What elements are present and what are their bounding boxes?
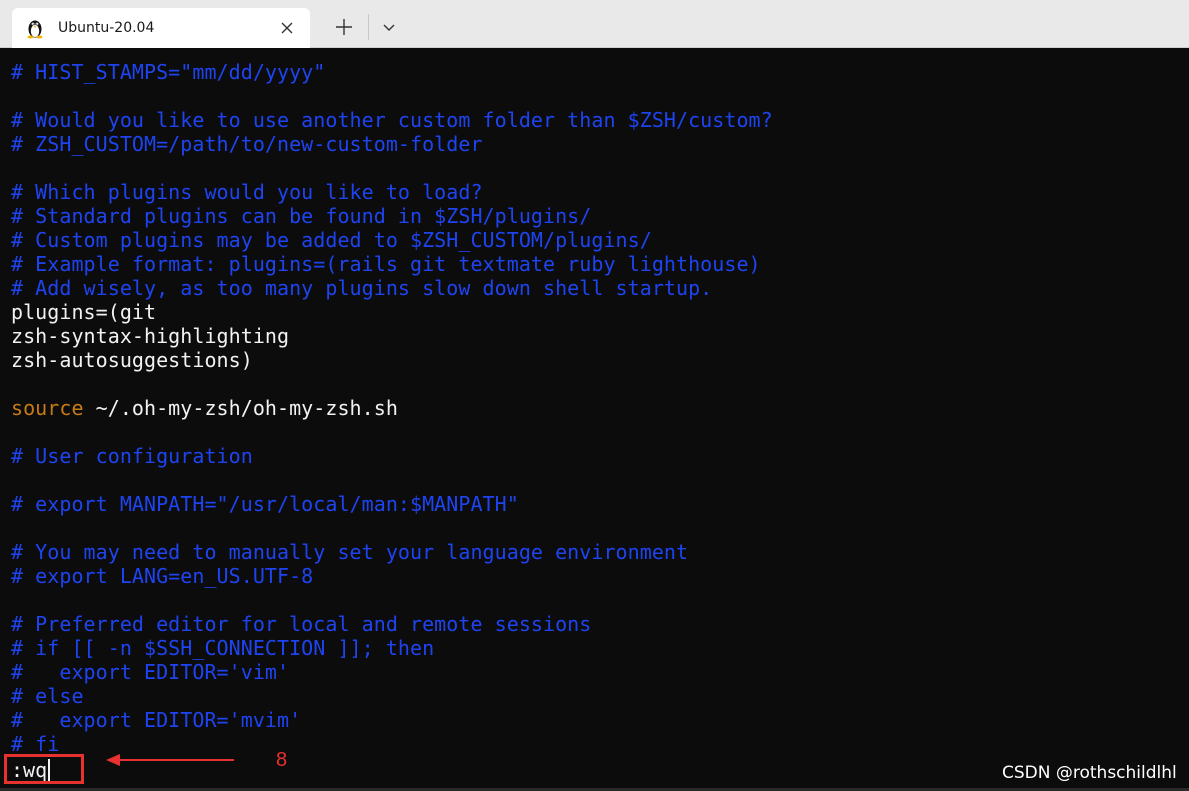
line-text: # export EDITOR='vim' (11, 660, 290, 684)
annotation-step-number: 8 (276, 749, 288, 771)
editor-line: # HIST_STAMPS="mm/dd/yyyy" (11, 60, 325, 84)
editor-line: # fi (11, 732, 59, 756)
tab-ubuntu[interactable]: Ubuntu-20.04 (12, 8, 310, 48)
terminal-content[interactable]: # HIST_STAMPS="mm/dd/yyyy" # Would you li… (0, 48, 1189, 791)
line-text-rest: ~/.oh-my-zsh/oh-my-zsh.sh (83, 396, 398, 420)
line-text: zsh-autosuggestions) (11, 348, 253, 372)
line-text: # export LANG=en_US.UTF-8 (11, 564, 314, 588)
editor-line: # Example format: plugins=(rails git tex… (11, 252, 761, 276)
line-text: # Custom plugins may be added to $ZSH_CU… (11, 228, 652, 252)
line-text: # fi (11, 732, 60, 756)
line-text: # export EDITOR='mvim' (11, 708, 302, 732)
editor-line: # Which plugins would you like to load? (11, 180, 483, 204)
tab-bar: Ubuntu-20.04 (0, 0, 1189, 48)
editor-line: # if [[ -n $SSH_CONNECTION ]]; then (11, 636, 434, 660)
line-text: # Example format: plugins=(rails git tex… (11, 252, 761, 276)
chevron-down-icon[interactable] (374, 12, 404, 42)
line-text: # Preferred editor for local and remote … (11, 612, 592, 636)
tab-separator (368, 14, 369, 40)
line-text: # You may need to manually set your lang… (11, 540, 689, 564)
annotation-arrow-icon (106, 754, 234, 766)
line-text: # Would you like to use another custom f… (11, 108, 773, 132)
editor-line: # Standard plugins can be found in $ZSH/… (11, 204, 591, 228)
line-text: plugins=(git (11, 300, 157, 324)
line-text: source (11, 396, 84, 420)
editor-line: # export MANPATH="/usr/local/man:$MANPAT… (11, 492, 519, 516)
editor-line: zsh-syntax-highlighting (11, 324, 289, 348)
editor-line: source ~/.oh-my-zsh/oh-my-zsh.sh (11, 396, 398, 420)
line-text: # else (11, 684, 84, 708)
editor-line: # Preferred editor for local and remote … (11, 612, 591, 636)
plus-icon[interactable] (326, 12, 362, 42)
tab-title: Ubuntu-20.04 (58, 20, 155, 36)
annotation-highlight-box (4, 754, 84, 784)
line-text: # ZSH_CUSTOM=/path/to/new-custom-folder (11, 132, 483, 156)
line-text: zsh-syntax-highlighting (11, 324, 290, 348)
line-text: # Standard plugins can be found in $ZSH/… (11, 204, 592, 228)
line-text: # Which plugins would you like to load? (11, 180, 483, 204)
linux-penguin-icon (27, 20, 43, 39)
watermark: CSDN @rothschildlhl (1002, 763, 1177, 783)
terminal-window: Ubuntu-20.04 # HIST_STAMPS="mm/dd/yyyy" #… (0, 0, 1189, 791)
line-text: # export MANPATH="/usr/local/man:$MANPAT… (11, 492, 519, 516)
editor-line: # Add wisely, as too many plugins slow d… (11, 276, 712, 300)
line-text: # Add wisely, as too many plugins slow d… (11, 276, 713, 300)
editor-line: plugins=(git (11, 300, 156, 324)
editor-line: # ZSH_CUSTOM=/path/to/new-custom-folder (11, 132, 483, 156)
line-text: # HIST_STAMPS="mm/dd/yyyy" (11, 60, 326, 84)
editor-line: # export EDITOR='mvim' (11, 708, 301, 732)
editor-line: # export EDITOR='vim' (11, 660, 289, 684)
close-icon[interactable] (278, 19, 296, 37)
editor-line: # else (11, 684, 84, 708)
editor-line: # export LANG=en_US.UTF-8 (11, 564, 313, 588)
editor-line: # You may need to manually set your lang… (11, 540, 688, 564)
editor-line: # Custom plugins may be added to $ZSH_CU… (11, 228, 652, 252)
line-text: # if [[ -n $SSH_CONNECTION ]]; then (11, 636, 435, 660)
editor-line: # Would you like to use another custom f… (11, 108, 773, 132)
editor-line: zsh-autosuggestions) (11, 348, 253, 372)
line-text: # User configuration (11, 444, 253, 468)
editor-line: # User configuration (11, 444, 253, 468)
